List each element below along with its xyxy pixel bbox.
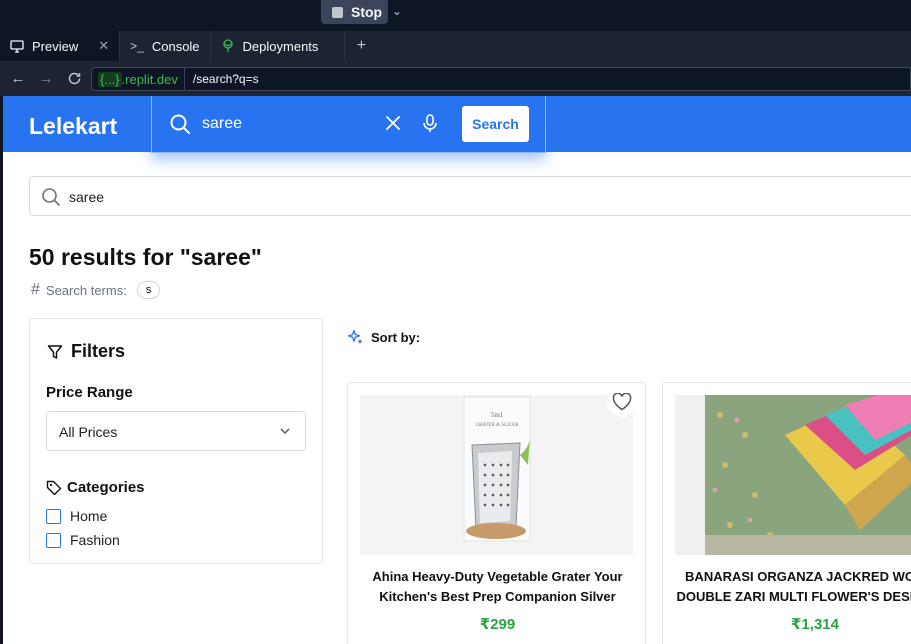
checkbox[interactable] (46, 508, 61, 524)
sort-label: Sort by: (371, 329, 421, 345)
deploy-icon (222, 39, 233, 52)
header-search: saree Search (151, 96, 546, 153)
tag-icon (46, 480, 62, 495)
monitor-icon (10, 39, 24, 53)
category-label: Home (70, 508, 108, 524)
terminal-icon: >_ (130, 39, 144, 53)
url-bar: ← → {...} .replit.dev /search?q=s (0, 61, 911, 96)
close-icon[interactable]: ✕ (98, 38, 109, 54)
clear-icon[interactable] (383, 113, 403, 133)
product-name[interactable]: Ahina Heavy-Duty Vegetable Grater Your K… (356, 567, 639, 607)
category-label: Fashion (70, 532, 120, 548)
sort-by: Sort by: (347, 329, 420, 345)
product-name[interactable]: BANARASI ORGANZA JACKRED WO DOUBLE ZARI … (669, 567, 911, 607)
address-field[interactable]: {...} .replit.dev /search?q=s (91, 67, 911, 91)
results-search-value: saree (69, 189, 105, 205)
search-terms-label: Search terms: (45, 282, 127, 298)
product-card[interactable]: 5in1 GRATER & SLICER Ahina Heavy-Duty Ve… (347, 382, 646, 644)
filters-title: Filters (47, 341, 125, 362)
url-host: {...} .replit.dev (92, 68, 185, 90)
header-search-input[interactable]: saree (202, 115, 242, 133)
back-arrow-icon[interactable]: ← (4, 70, 32, 87)
search-icon (42, 188, 60, 206)
wishlist-heart-icon[interactable] (607, 387, 637, 417)
tab-preview[interactable]: Preview ✕ (0, 31, 121, 61)
grater-image: 5in1 GRATER & SLICER (360, 395, 633, 555)
term-chip[interactable]: s (136, 281, 161, 299)
product-card[interactable]: BANARASI ORGANZA JACKRED WO DOUBLE ZARI … (662, 382, 911, 644)
chevron-down-icon[interactable]: ⌄ (392, 4, 402, 18)
tab-label: Console (151, 38, 200, 54)
category-home-checkbox[interactable]: Home (46, 508, 107, 524)
product-price: ₹299 (479, 616, 516, 633)
new-tab-button[interactable]: + (345, 31, 377, 61)
url-path: /search?q=s (192, 72, 259, 86)
hash-icon: # (31, 281, 40, 298)
tab-deployments[interactable]: Deployments (211, 31, 346, 61)
filter-icon (47, 344, 63, 359)
stop-button[interactable]: Stop (321, 0, 388, 24)
microphone-icon[interactable] (421, 113, 439, 133)
checkbox[interactable] (46, 532, 61, 548)
forward-arrow-icon[interactable]: → (32, 70, 60, 87)
reload-icon[interactable] (60, 71, 88, 86)
chevron-down-icon (280, 428, 290, 434)
filters-panel: Filters Price Range All Prices Categorie… (29, 318, 323, 564)
search-terms: # Search terms: s (31, 281, 161, 299)
product-image[interactable] (675, 395, 911, 555)
results-title: 50 results for "saree" (29, 244, 262, 270)
grater-logo-text: 5in1 (491, 411, 504, 419)
product-price: ₹1,314 (791, 616, 839, 633)
stop-icon (332, 6, 343, 18)
tab-label: Deployments (242, 38, 319, 54)
search-icon (170, 114, 190, 134)
ide-topbar: Stop ⌄ (0, 0, 911, 31)
saree-image (675, 395, 911, 555)
sparkle-icon (347, 329, 362, 344)
ide-tabs: Preview ✕ >_ Console Deployments + (0, 31, 911, 61)
svg-text:GRATER & SLICER: GRATER & SLICER (475, 423, 519, 428)
preview-page: Lelekart saree Search saree 50 results f… (3, 96, 911, 644)
price-range-value: All Prices (59, 424, 118, 440)
stop-label: Stop (351, 4, 383, 20)
tab-label: Preview (32, 38, 79, 54)
price-range-select[interactable]: All Prices (46, 411, 306, 451)
category-fashion-checkbox[interactable]: Fashion (46, 532, 120, 548)
search-button[interactable]: Search (462, 106, 529, 142)
product-image[interactable]: 5in1 GRATER & SLICER (360, 395, 633, 555)
results-search-input[interactable]: saree (29, 176, 911, 216)
price-range-label: Price Range (46, 384, 133, 401)
tab-console[interactable]: >_ Console (120, 31, 211, 61)
categories-title: Categories (46, 479, 145, 496)
site-logo[interactable]: Lelekart (29, 113, 117, 140)
ide-chrome: Stop ⌄ Preview ✕ >_ Console Deployments … (0, 0, 911, 96)
